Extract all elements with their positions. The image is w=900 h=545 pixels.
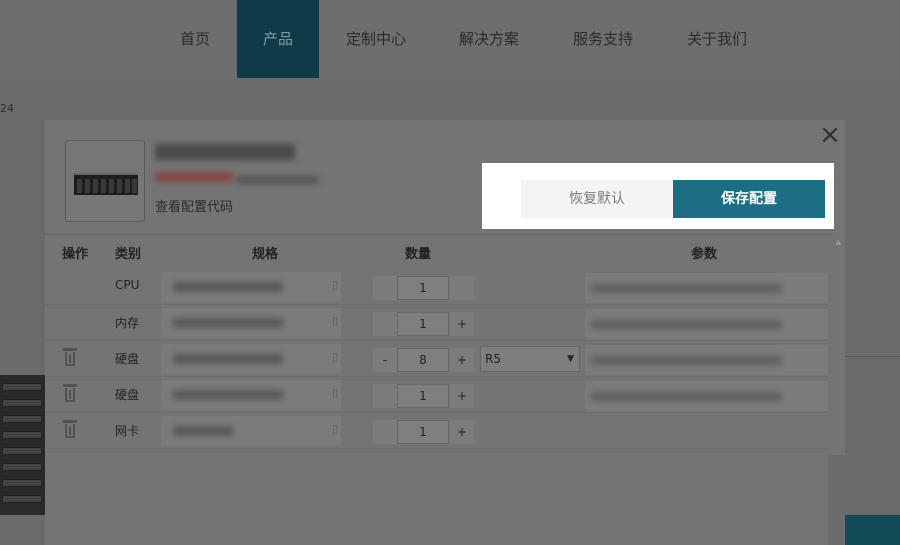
product-price-note-blurred	[237, 176, 319, 184]
close-icon[interactable]: ×	[815, 120, 845, 150]
nav-item-solutions[interactable]: 解决方案	[448, 0, 530, 78]
quantity-plus-button[interactable]: +	[450, 420, 474, 444]
trash-icon[interactable]	[63, 384, 77, 402]
table-row: 网卡 ▯ 1 +	[45, 413, 828, 449]
column-header-quantity: 数量	[405, 247, 432, 262]
scrollbar-track[interactable]	[828, 455, 845, 545]
quantity-input[interactable]: 1	[397, 420, 449, 444]
params-cell	[585, 273, 828, 303]
nav-item-custom-center[interactable]: 定制中心	[335, 0, 417, 78]
column-header-spec: 规格	[252, 247, 279, 262]
config-modal: × 查看配置代码 恢复默认 保存配置 ▲ 操作 类别 规格 数量 参数 CPU …	[45, 120, 845, 545]
nav-item-service-support[interactable]: 服务支持	[562, 0, 644, 78]
raid-level-value: R5	[485, 352, 501, 366]
quantity-minus-button[interactable]	[373, 276, 397, 300]
product-thumbnail	[65, 140, 145, 222]
reset-default-button[interactable]: 恢复默认	[521, 180, 673, 218]
table-row: 硬盘 ▯ 1 +	[45, 377, 828, 413]
quantity-plus-button[interactable]: +	[450, 348, 474, 372]
quantity-minus-button[interactable]	[373, 312, 397, 336]
row-category: 硬盘	[115, 388, 140, 402]
quantity-input[interactable]: 1	[397, 276, 449, 300]
chevron-down-icon: ▯	[331, 314, 338, 327]
spec-select[interactable]: ▯	[161, 272, 341, 302]
quantity-minus-button[interactable]: -	[373, 348, 397, 372]
save-config-button[interactable]: 保存配置	[673, 180, 825, 218]
quantity-minus-button[interactable]	[373, 384, 397, 408]
spec-select[interactable]: ▯	[161, 344, 341, 374]
product-name-blurred	[155, 144, 295, 160]
scroll-up-icon[interactable]: ▲	[836, 238, 841, 246]
product-price-blurred	[155, 172, 233, 182]
table-row: CPU ▯ 1	[45, 269, 828, 305]
action-box: 恢复默认 保存配置	[482, 163, 834, 229]
spec-select[interactable]: ▯	[161, 416, 341, 446]
top-nav: 首页 产品 定制中心 解决方案 服务支持 关于我们	[0, 0, 900, 78]
chevron-down-icon: ▯	[331, 278, 338, 291]
caret-down-icon: ▼	[567, 354, 574, 364]
view-config-code-link[interactable]: 查看配置代码	[155, 196, 233, 215]
chevron-down-icon: ▯	[331, 422, 338, 435]
trash-icon[interactable]	[63, 348, 77, 366]
header-divider	[45, 234, 832, 235]
server-image	[74, 173, 138, 195]
background-bottom-bar	[845, 515, 900, 545]
quantity-plus-button[interactable]: +	[450, 384, 474, 408]
row-category: CPU	[115, 278, 140, 292]
nav-item-home[interactable]: 首页	[165, 0, 225, 78]
quantity-minus-button[interactable]	[373, 420, 397, 444]
nav-item-about-us[interactable]: 关于我们	[676, 0, 758, 78]
row-category: 网卡	[115, 424, 140, 438]
quantity-input[interactable]: 8	[397, 348, 449, 372]
params-cell	[585, 309, 828, 339]
column-header-params: 参数	[691, 247, 718, 262]
trash-icon[interactable]	[63, 420, 77, 438]
row-category: 硬盘	[115, 352, 140, 366]
table-row: 内存 ▯ 1 +	[45, 305, 828, 341]
params-cell	[585, 381, 828, 411]
spec-select[interactable]: ▯	[161, 308, 341, 338]
row-category: 内存	[115, 316, 140, 330]
background-product-image	[0, 375, 46, 515]
quantity-plus-button[interactable]: +	[450, 312, 474, 336]
chevron-down-icon: ▯	[331, 386, 338, 399]
table-row: 硬盘 ▯ - 8 + R5 ▼	[45, 341, 828, 377]
page-text-fragment: 24	[0, 102, 14, 115]
quantity-input[interactable]: 1	[397, 312, 449, 336]
column-header-operation: 操作	[62, 247, 89, 262]
quantity-input[interactable]: 1	[397, 384, 449, 408]
chevron-down-icon: ▯	[331, 350, 338, 363]
spec-select[interactable]: ▯	[161, 380, 341, 410]
background-divider	[845, 356, 900, 357]
nav-item-products[interactable]: 产品	[237, 0, 319, 78]
column-header-category: 类别	[115, 247, 142, 262]
quantity-plus-button[interactable]	[450, 276, 474, 300]
raid-level-select[interactable]: R5 ▼	[480, 346, 580, 372]
params-cell	[585, 345, 828, 375]
